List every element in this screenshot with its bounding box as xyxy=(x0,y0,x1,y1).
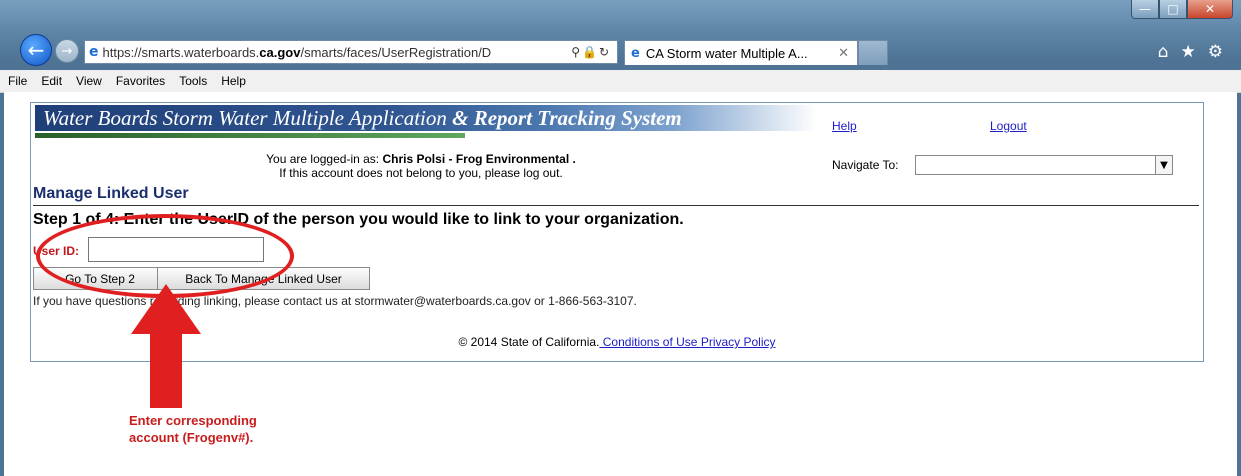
browser-navbar: ← → e https://smarts.waterboards.ca.gov/… xyxy=(0,20,1241,70)
ie-logo-icon: e xyxy=(89,44,99,60)
lock-icon[interactable]: 🔒 xyxy=(582,45,599,59)
navigate-select[interactable]: ▼ xyxy=(915,155,1173,175)
toolbar-icons: ⌂ ★ ⚙ xyxy=(1158,42,1223,62)
login-user: Chris Polsi - Frog Environmental . xyxy=(382,152,576,166)
logout-link[interactable]: Logout xyxy=(990,119,1027,133)
contact-info: If you have questions regarding linking,… xyxy=(33,294,637,308)
navigate-label: Navigate To: xyxy=(832,158,899,172)
title-bar: — □ ✕ xyxy=(0,0,1241,20)
home-icon[interactable]: ⌂ xyxy=(1158,42,1169,62)
menu-favorites[interactable]: Favorites xyxy=(116,74,165,88)
footer: © 2014 State of California. Conditions o… xyxy=(31,335,1203,349)
menu-help[interactable]: Help xyxy=(221,74,246,88)
arrow-right-icon: → xyxy=(61,43,73,59)
window-controls: — □ ✕ xyxy=(1131,0,1233,19)
menu-bar: File Edit View Favorites Tools Help xyxy=(0,70,1241,93)
minimize-button[interactable]: — xyxy=(1131,0,1159,19)
close-window-button[interactable]: ✕ xyxy=(1187,0,1233,19)
help-link[interactable]: Help xyxy=(832,119,857,133)
arrow-left-icon: ← xyxy=(27,38,45,62)
ie-logo-icon: e xyxy=(631,45,640,61)
login-prefix: You are logged-in as: xyxy=(266,152,383,166)
app-banner: Water Boards Storm Water Multiple Applic… xyxy=(35,105,817,131)
address-bar-icons[interactable]: ⚲🔒↻ xyxy=(571,45,617,59)
annotation-arrow-head xyxy=(131,284,201,334)
annotation-line-1: Enter corresponding xyxy=(129,413,257,428)
close-tab-icon[interactable]: ✕ xyxy=(838,46,849,61)
menu-tools[interactable]: Tools xyxy=(179,74,207,88)
browser-window: — □ ✕ ← → e https://smarts.waterboards.c… xyxy=(0,0,1241,476)
refresh-icon[interactable]: ↻ xyxy=(599,45,611,59)
login-status: You are logged-in as: Chris Polsi - Frog… xyxy=(31,152,811,166)
settings-gear-icon[interactable]: ⚙ xyxy=(1208,42,1223,62)
privacy-policy-link[interactable]: Privacy Policy xyxy=(701,335,776,349)
back-button[interactable]: ← xyxy=(20,34,52,66)
banner-title: Water Boards Storm Water Multiple Applic… xyxy=(43,106,453,130)
search-icon[interactable]: ⚲ xyxy=(571,45,582,59)
address-bar[interactable]: e https://smarts.waterboards.ca.gov/smar… xyxy=(84,40,618,64)
menu-view[interactable]: View xyxy=(76,74,102,88)
annotation-arrow-shaft xyxy=(150,332,182,408)
forward-button[interactable]: → xyxy=(55,39,79,63)
banner-underline xyxy=(35,133,465,138)
favorites-star-icon[interactable]: ★ xyxy=(1181,42,1196,62)
tab-title: CA Storm water Multiple A... xyxy=(645,45,808,61)
copyright-text: © 2014 State of California. xyxy=(458,335,600,349)
url-suffix: /smarts/faces/UserRegistration/D xyxy=(300,44,492,60)
divider xyxy=(33,205,1199,206)
maximize-button[interactable]: □ xyxy=(1159,0,1187,19)
page-title: Manage Linked User xyxy=(33,185,189,202)
menu-edit[interactable]: Edit xyxy=(41,74,62,88)
annotation-text: Enter corresponding account (Frogenv#). xyxy=(129,412,289,446)
url-domain: ca.gov xyxy=(259,44,301,60)
address-url[interactable]: https://smarts.waterboards.ca.gov/smarts… xyxy=(103,45,503,60)
new-tab-button[interactable] xyxy=(858,40,888,65)
login-note: If this account does not belong to you, … xyxy=(279,166,563,180)
chevron-down-icon[interactable]: ▼ xyxy=(1155,156,1172,174)
menu-file[interactable]: File xyxy=(8,74,27,88)
banner-title-bold: & Report Tracking System xyxy=(452,106,682,130)
browser-tab[interactable]: e CA Storm water Multiple A... ✕ xyxy=(624,40,858,65)
annotation-line-2: account (Frogenv#). xyxy=(129,430,254,445)
conditions-of-use-link[interactable]: Conditions of Use xyxy=(599,335,700,349)
url-prefix: https://smarts.waterboards. xyxy=(102,44,260,60)
